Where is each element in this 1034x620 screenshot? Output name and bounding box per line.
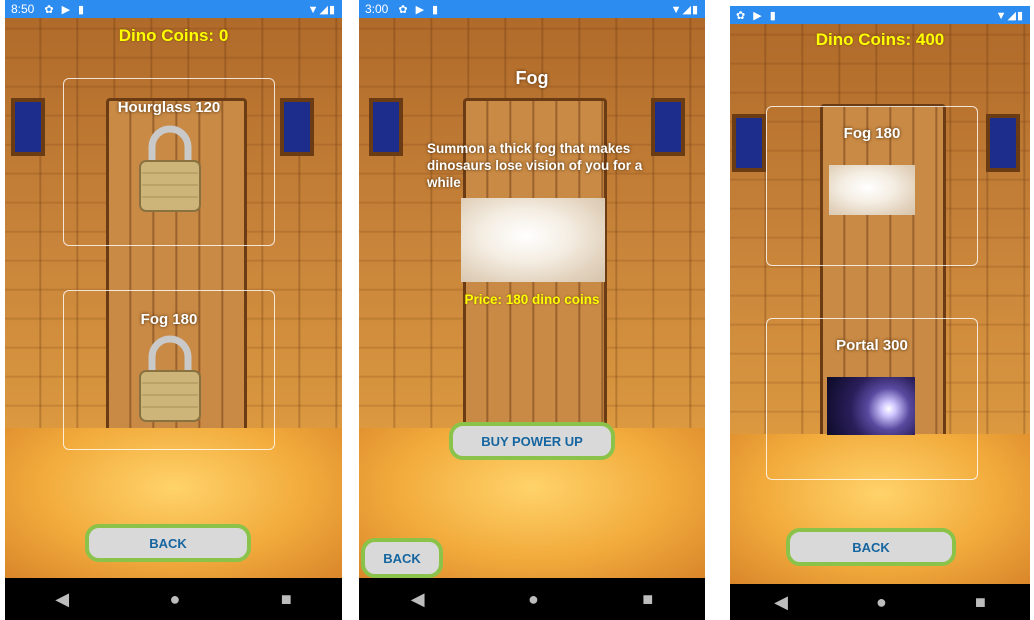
barn-background: Fog Summon a thick fog that makes dinosa… <box>359 18 705 578</box>
nav-back-icon[interactable]: ◀ <box>411 589 425 610</box>
fog-image <box>829 165 915 215</box>
powerup-card-hourglass[interactable]: Hourglass 120 <box>63 78 275 246</box>
padlock-icon <box>139 125 201 212</box>
nav-home-icon[interactable]: ● <box>876 592 887 613</box>
status-time: 3:00 <box>365 2 389 16</box>
nav-home-icon[interactable]: ● <box>170 589 181 610</box>
android-nav-bar: ◀ ● ■ <box>730 584 1030 620</box>
signal-battery-icons: ▼◢▮ <box>670 3 699 16</box>
powerup-card-label: Fog 180 <box>843 125 901 142</box>
back-button[interactable]: BACK <box>786 528 956 566</box>
signal-battery-icons: ▼◢▮ <box>307 3 336 16</box>
buy-power-up-button[interactable]: BUY POWER UP <box>449 422 615 460</box>
powerup-description: Summon a thick fog that makes dinosaurs … <box>427 141 643 190</box>
dino-coins-counter: Dino Coins: 400 <box>815 30 945 49</box>
powerup-card-label: Fog 180 <box>140 311 198 328</box>
powerup-card-fog[interactable]: Fog 180 <box>766 106 978 266</box>
back-button[interactable]: BACK <box>361 538 443 578</box>
barn-window <box>732 114 766 172</box>
powerup-title: Fog <box>515 68 549 88</box>
status-bar: 8:50 ✿ ▶ ▮ ▼◢▮ <box>5 0 342 18</box>
settings-icon: ✿ <box>398 3 408 16</box>
powerup-card-label: Portal 300 <box>836 337 908 354</box>
android-nav-bar: ◀ ● ■ <box>359 578 705 620</box>
back-button[interactable]: BACK <box>85 524 251 562</box>
sd-card-icon: ▮ <box>432 3 439 16</box>
barn-background: Dino Coins: 400 Fog 180 Portal 300 BACK <box>730 24 1030 584</box>
nav-recents-icon[interactable]: ■ <box>642 589 653 610</box>
powerup-card-portal[interactable]: Portal 300 <box>766 318 978 480</box>
portal-image <box>827 377 915 435</box>
barn-window <box>280 98 314 156</box>
barn-window <box>986 114 1020 172</box>
powerup-card-label: Hourglass 120 <box>117 99 221 116</box>
status-bar: ✿ ▶ ▮ ▼◢▮ <box>730 6 1030 24</box>
android-nav-bar: ◀ ● ■ <box>5 578 342 620</box>
play-protect-icon: ▶ <box>753 9 762 22</box>
barn-window <box>651 98 685 156</box>
dino-coins-counter: Dino Coins: 0 <box>118 26 229 45</box>
powerup-price: Price: 180 dino coins <box>464 292 600 307</box>
nav-back-icon[interactable]: ◀ <box>55 589 69 610</box>
powerup-card-fog[interactable]: Fog 180 <box>63 290 275 450</box>
barn-window <box>11 98 45 156</box>
status-bar: 3:00 ✿ ▶ ▮ ▼◢▮ <box>359 0 705 18</box>
padlock-icon <box>139 335 201 422</box>
barn-background: Dino Coins: 0 Hourglass 120 Fog 180 BACK <box>5 18 342 578</box>
phone-screen-shop: 8:50 ✿ ▶ ▮ ▼◢▮ Dino Coins: 0 Hourglass 1… <box>5 0 342 620</box>
signal-battery-icons: ▼◢▮ <box>995 9 1024 22</box>
phone-screen-shop-unlocked: ✿ ▶ ▮ ▼◢▮ Dino Coins: 400 Fog 180 Portal… <box>730 0 1030 620</box>
fog-image <box>461 198 605 282</box>
nav-recents-icon[interactable]: ■ <box>281 589 292 610</box>
nav-recents-icon[interactable]: ■ <box>975 592 986 613</box>
status-time: 8:50 <box>11 2 35 16</box>
phone-screen-powerup-detail: 3:00 ✿ ▶ ▮ ▼◢▮ Fog Summon a thick fog th… <box>359 0 705 620</box>
play-protect-icon: ▶ <box>61 3 71 16</box>
sd-card-icon: ▮ <box>78 3 85 16</box>
settings-icon: ✿ <box>44 3 54 16</box>
nav-home-icon[interactable]: ● <box>528 589 539 610</box>
sd-card-icon: ▮ <box>769 9 776 22</box>
nav-back-icon[interactable]: ◀ <box>774 592 788 613</box>
settings-icon: ✿ <box>736 9 746 22</box>
play-protect-icon: ▶ <box>415 3 425 16</box>
barn-window <box>369 98 403 156</box>
